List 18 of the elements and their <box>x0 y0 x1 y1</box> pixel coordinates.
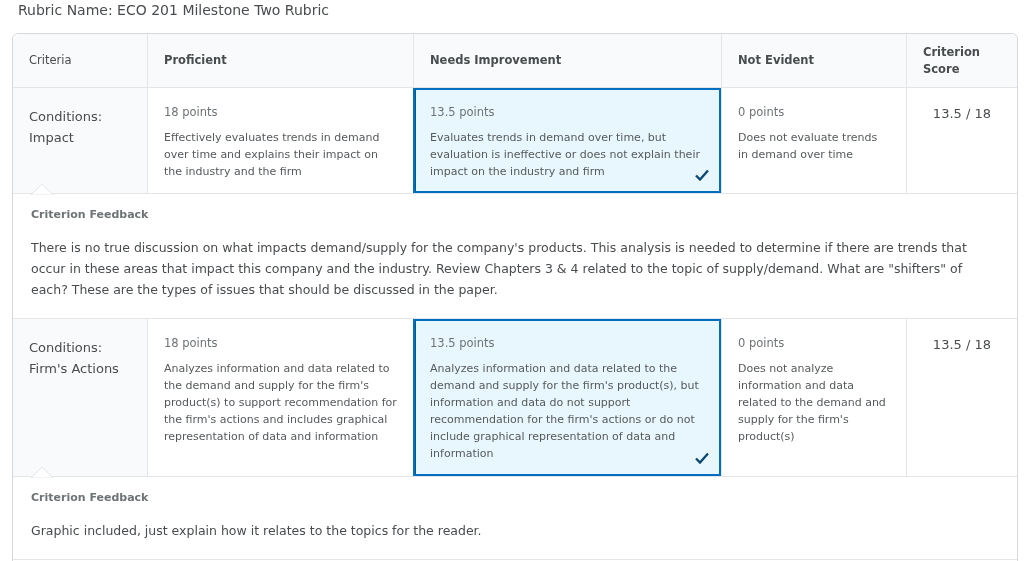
column-header: Criterion Score <box>906 34 1017 87</box>
checkmark-icon <box>695 452 709 464</box>
column-header: Proficient <box>147 34 413 87</box>
criterion-score: 13.5 / 18 <box>906 88 1017 193</box>
feedback-text: Graphic included, just explain how it relates to the topics for the reader. <box>31 522 483 540</box>
level-cell[interactable]: 13.5 points Evaluates trends in demand over time, but evaluation is ineffective or does not explain their impact on the industry and firm <box>413 88 721 193</box>
column-header: Needs Improvement <box>413 34 721 87</box>
rubric-title: Rubric Name: ECO 201 Milestone Two Rubric <box>17 1 331 20</box>
criterion-score: 13.5 / 18 <box>906 319 1017 476</box>
level-cell[interactable]: 13.5 points Analyzes information and data related to the demand and supply for the firm's product(s), but information and data do not support recommendation for the firm's actions or do not include graphical representation of data and information <box>413 319 721 476</box>
feedback-text: There is no true discussion on what impacts demand/supply for the company's products. This analysis is needed to determine if there are trends that occur in these areas that impact this company and the industry. Review Chapters 3 & 4 related to the topic of supply/demand. What are "shifters" of each? These are the types of issues that should be discussed in the paper. <box>31 239 968 299</box>
criterion-name: Conditions: Impact <box>13 88 147 193</box>
column-header: Not Evident <box>721 34 906 87</box>
feedback-label: Criterion Feedback <box>31 491 150 504</box>
criterion-name: Conditions: Firm's Actions <box>13 319 147 476</box>
feedback-label: Criterion Feedback <box>31 208 150 221</box>
column-header: Criteria <box>13 34 147 87</box>
checkmark-icon <box>695 169 709 181</box>
